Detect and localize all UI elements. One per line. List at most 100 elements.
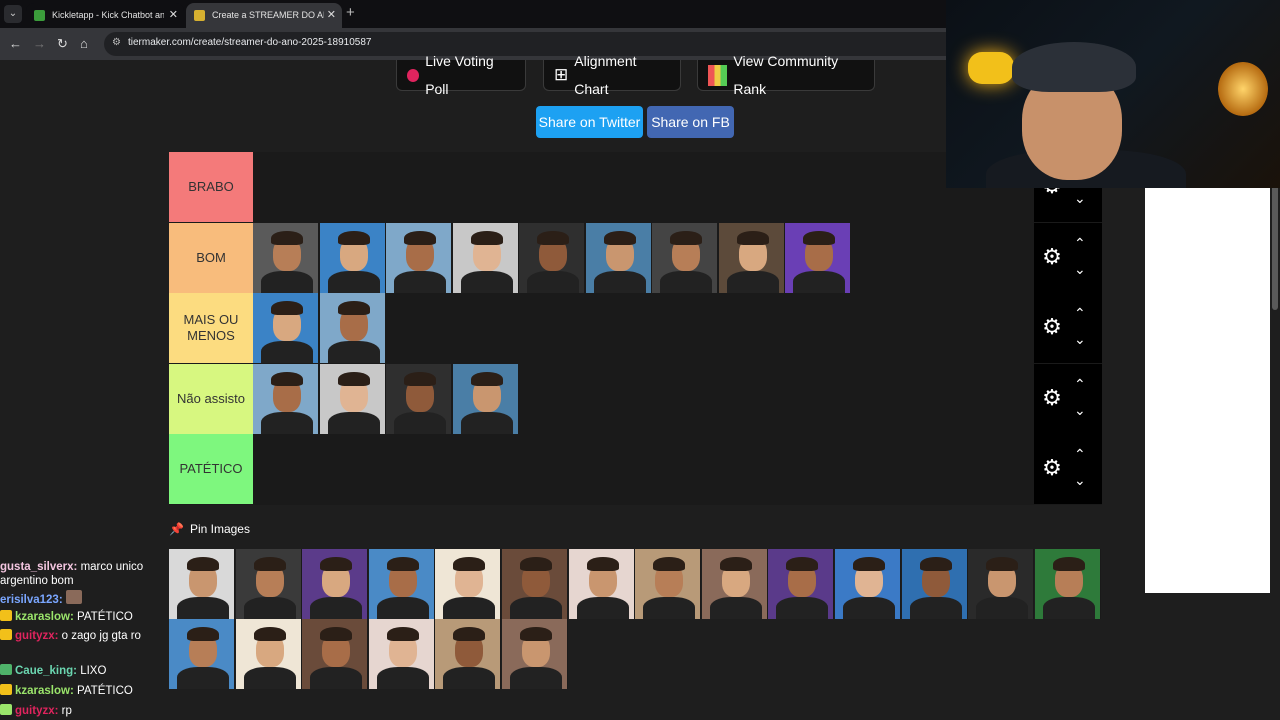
pool-thumbnail[interactable] [435,619,502,689]
pool-thumbnail[interactable] [235,619,302,689]
chat-username[interactable]: kzaraslow [15,611,70,623]
crown-badge-icon [0,610,12,621]
tier-items[interactable] [253,434,1034,504]
pool-thumbnail[interactable] [901,549,968,619]
pool-thumbnail[interactable] [568,549,635,619]
tab-search-button[interactable]: ⌄ [4,5,22,23]
pool-thumbnail[interactable] [368,619,435,689]
streamer-thumbnail[interactable] [253,293,319,363]
new-tab-button[interactable]: + [346,4,355,21]
chevron-down-icon[interactable]: ⌄ [1074,190,1086,207]
chat-username[interactable]: erisilva123 [0,594,59,606]
gear-icon[interactable]: ⚙ [1040,244,1064,269]
pool-thumbnail[interactable] [1034,549,1101,619]
pool-thumbnail[interactable] [968,549,1035,619]
chevron-down-icon[interactable]: ⌄ [1074,472,1086,489]
live-voting-poll-button[interactable]: Live Voting Poll [396,53,526,97]
streamer-thumbnail[interactable] [785,222,851,293]
chat-username[interactable]: gusta_silverx [0,561,74,573]
pool-thumbnail[interactable] [368,549,435,619]
tier-label[interactable]: BRABO [169,152,253,222]
view-community-rank-button[interactable]: View Community Rank [697,53,875,97]
gear-icon[interactable]: ⚙ [1040,456,1064,480]
lamp-light [968,52,1014,84]
chat-text: LIXO [80,665,107,677]
chat-username[interactable]: guityzx [15,705,55,717]
tier-items[interactable] [253,363,1034,434]
close-icon[interactable]: ✕ [327,3,336,28]
streamer-thumbnail[interactable] [452,363,519,434]
streamer-thumbnail[interactable] [718,222,785,293]
share-twitter-button[interactable]: Share on Twitter [536,106,643,138]
chat-message: guityzx: o zago jg gta ro [0,629,141,643]
streamer-thumbnail[interactable] [253,222,319,293]
tab-title: Kickletapp - Kick Chatbot and C [52,10,164,20]
tier-label[interactable]: PATÉTICO [169,434,253,504]
pool-thumbnail[interactable] [235,549,302,619]
streamer-thumbnail[interactable] [452,222,519,293]
browser-tab-tiermaker[interactable]: Create a STREAMER DO ANO (2 ✕ [186,3,342,28]
tier-grid-icon [708,64,728,86]
pool-thumbnail[interactable] [435,549,502,619]
alignment-chart-button[interactable]: ⊞ Alignment Chart [543,53,681,97]
red-dot-icon [407,68,420,82]
tier-items[interactable] [253,222,1034,293]
tier-controls: ⚙ ⌃ ⌄ [1034,222,1102,293]
chevron-up-icon[interactable]: ⌃ [1074,446,1086,463]
streamer-thumbnail[interactable] [319,293,386,363]
streamer-thumbnail[interactable] [386,363,452,434]
streamer-thumbnail[interactable] [319,222,386,293]
pool-thumbnail[interactable] [635,549,702,619]
chevron-up-icon[interactable]: ⌃ [1074,376,1086,393]
tier-label[interactable]: MAIS OU MENOS [169,293,253,363]
tier-row: Não assisto ⚙ ⌃ ⌄ [169,363,1102,434]
streamer-thumbnail[interactable] [585,222,652,293]
browser-tab-kicklet[interactable]: Kickletapp - Kick Chatbot and C ✕ [26,3,184,28]
streamer-thumbnail[interactable] [652,222,718,293]
chevron-down-icon[interactable]: ⌄ [1074,261,1086,278]
pin-images-label: Pin Images [189,522,250,536]
close-icon[interactable]: ✕ [169,3,178,28]
chat-username[interactable]: guityzx [15,630,55,642]
image-pool [169,549,1102,689]
pool-thumbnail[interactable] [835,549,901,619]
chevron-down-icon[interactable]: ⌄ [1074,331,1086,348]
pool-thumbnail[interactable] [768,549,835,619]
chat-colon: : [69,611,74,623]
gear-icon[interactable]: ⚙ [1040,385,1064,410]
pool-thumbnail[interactable] [302,619,369,689]
reload-icon[interactable]: ↻ [57,36,68,52]
pool-thumbnail[interactable] [302,549,369,619]
pool-thumbnail[interactable] [701,549,768,619]
tier-row: BOM ⚙ ⌃ ⌄ [169,222,1102,293]
pool-thumbnail[interactable] [502,619,568,689]
chat-colon: : [69,685,74,697]
chat-username[interactable]: kzaraslow [15,685,70,697]
tier-label[interactable]: Não assisto [169,363,253,434]
chat-username[interactable]: Caue_king [15,665,73,677]
tier-items[interactable] [253,152,1034,222]
pool-thumbnail[interactable] [169,549,235,619]
streamer-thumbnail[interactable] [386,222,452,293]
back-arrow-icon[interactable]: ← [9,36,22,52]
chevron-up-icon[interactable]: ⌃ [1074,235,1086,252]
site-info-icon[interactable]: ⚙ [112,37,121,48]
chat-text: PATÉTICO [77,611,133,623]
streamer-thumbnail[interactable] [253,363,319,434]
url-text: tiermaker.com/create/streamer-do-ano-202… [128,37,372,48]
chevron-down-icon[interactable]: ⌄ [1074,402,1086,419]
tiermaker-favicon-icon [194,10,205,21]
tier-label[interactable]: BOM [169,222,253,293]
pool-thumbnail[interactable] [502,549,568,619]
chevron-up-icon[interactable]: ⌃ [1074,305,1086,322]
home-icon[interactable]: ⌂ [80,36,88,52]
streamer-thumbnail[interactable] [319,363,386,434]
pool-thumbnail[interactable] [169,619,235,689]
tier-controls: ⚙ ⌃ ⌄ [1034,434,1102,504]
share-fb-button[interactable]: Share on FB [647,106,734,138]
tier-items[interactable] [253,293,1034,363]
community-rank-label: View Community Rank [733,53,839,97]
forward-arrow-icon[interactable]: → [33,36,46,52]
gear-icon[interactable]: ⚙ [1040,315,1064,339]
streamer-thumbnail[interactable] [519,222,585,293]
